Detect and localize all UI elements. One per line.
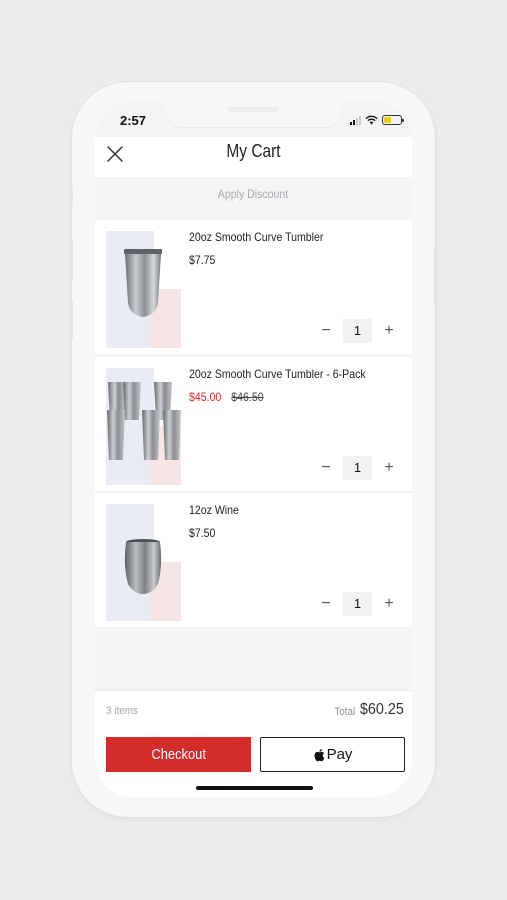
cart-item: 20oz Smooth Curve Tumbler $7.75 − 1 + xyxy=(95,220,412,354)
product-name[interactable]: 20oz Smooth Curve Tumbler - 6-Pack xyxy=(189,367,366,381)
cart-item: 12oz Wine $7.50 − 1 + xyxy=(95,493,412,627)
home-indicator[interactable] xyxy=(196,786,313,790)
quantity-value[interactable]: 1 xyxy=(343,456,372,480)
cart-list: 20oz Smooth Curve Tumbler $7.75 − 1 + 20… xyxy=(95,220,412,690)
status-icons xyxy=(350,115,404,125)
quantity-stepper: − 1 + xyxy=(317,319,398,343)
volume-up-button xyxy=(69,240,73,280)
battery-icon xyxy=(382,115,404,125)
apple-pay-button[interactable]: Pay xyxy=(260,737,405,772)
apply-discount-button[interactable]: Apply Discount xyxy=(95,177,412,212)
product-name[interactable]: 12oz Wine xyxy=(189,503,239,517)
apply-discount-label: Apply Discount xyxy=(218,187,289,201)
side-button xyxy=(69,185,73,207)
total-label: Total xyxy=(334,706,355,718)
product-name[interactable]: 20oz Smooth Curve Tumbler xyxy=(189,230,323,244)
sale-price: $45.00 xyxy=(189,390,222,404)
increment-button[interactable]: + xyxy=(380,456,398,480)
wifi-icon xyxy=(365,115,378,125)
checkout-label: Checkout xyxy=(151,746,206,763)
checkout-button[interactable]: Checkout xyxy=(106,737,251,772)
product-price: $7.75 xyxy=(189,253,215,267)
cart-header: My Cart xyxy=(95,137,412,177)
quantity-stepper: − 1 + xyxy=(317,456,398,480)
item-count: 3 items xyxy=(106,705,138,717)
page-title: My Cart xyxy=(226,141,281,161)
power-button xyxy=(434,245,438,307)
increment-button[interactable]: + xyxy=(380,319,398,343)
product-price: $45.00 $46.50 xyxy=(189,390,264,404)
quantity-value[interactable]: 1 xyxy=(343,592,372,616)
cart-item: 20oz Smooth Curve Tumbler - 6-Pack $45.0… xyxy=(95,357,412,491)
increment-button[interactable]: + xyxy=(380,592,398,616)
decrement-button[interactable]: − xyxy=(317,592,335,616)
speaker-grille xyxy=(227,107,279,112)
signal-icon xyxy=(350,115,361,125)
status-time: 2:57 xyxy=(120,113,147,128)
quantity-value[interactable]: 1 xyxy=(343,319,372,343)
quantity-stepper: − 1 + xyxy=(317,592,398,616)
product-image xyxy=(106,368,181,485)
volume-down-button xyxy=(69,300,73,340)
cart-footer: 3 items Total $60.25 Checkout Pay xyxy=(95,690,412,797)
apple-icon xyxy=(314,748,324,761)
product-image xyxy=(106,231,181,348)
product-price: $7.50 xyxy=(189,526,215,540)
price-value: $7.50 xyxy=(189,526,216,540)
price-value: $7.75 xyxy=(189,253,216,267)
phone-notch xyxy=(165,101,342,127)
apple-pay-label: Pay xyxy=(326,746,353,763)
decrement-button[interactable]: − xyxy=(317,456,335,480)
original-price: $46.50 xyxy=(231,390,264,404)
product-image xyxy=(106,504,181,621)
app-screen: 2:57 My Cart Apply Discount 20oz Smooth … xyxy=(95,101,412,797)
decrement-button[interactable]: − xyxy=(317,319,335,343)
total-value: $60.25 xyxy=(359,701,404,718)
